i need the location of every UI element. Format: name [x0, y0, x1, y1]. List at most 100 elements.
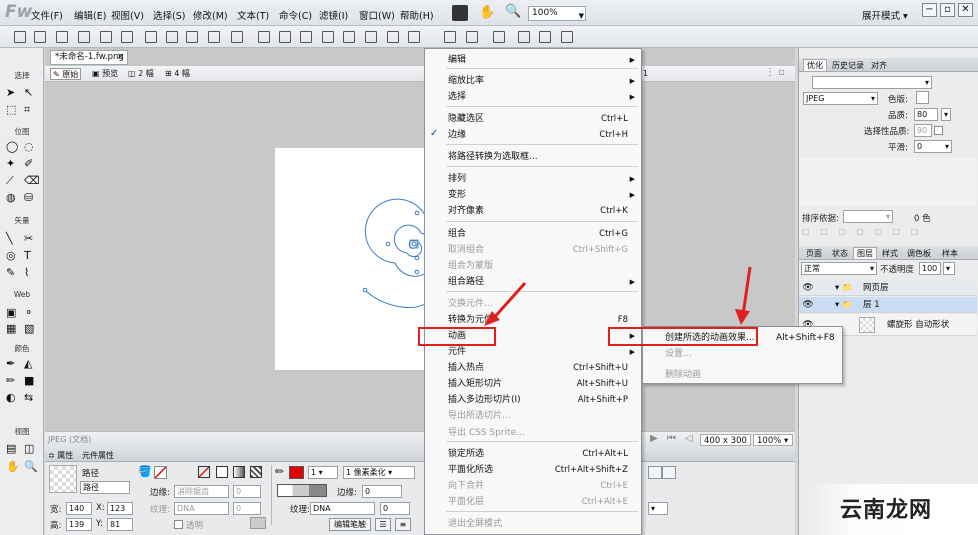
toolbar-icon-0[interactable] [14, 31, 26, 43]
stroke-option-button-2[interactable]: ≡ [395, 518, 411, 531]
toolbar-icon-5[interactable] [121, 31, 133, 43]
toolbar-icon-15[interactable] [343, 31, 355, 43]
menu-9[interactable]: 帮助(H) [400, 8, 434, 22]
toolbar-icon-12[interactable] [279, 31, 291, 43]
menu-5[interactable]: 文本(T) [237, 8, 269, 22]
toolbar-icon-22[interactable] [518, 31, 530, 43]
props-extra-field[interactable]: ▾ [648, 502, 668, 515]
texture-select[interactable]: DNA [174, 502, 229, 515]
view-options-icon[interactable]: ⋮ ▫ [765, 67, 785, 78]
toolbar-icon-10[interactable] [231, 31, 243, 43]
context-menu-item-12[interactable]: 组合路径 ▶ [448, 274, 638, 290]
context-menu-item-2[interactable]: 选择 ▶ [448, 89, 638, 105]
close-button[interactable]: ✕ [958, 3, 973, 17]
tab-symbol-properties[interactable]: 元件属性 [82, 450, 114, 461]
context-menu-item-26[interactable]: 退出全屏模式 [448, 516, 638, 532]
toolbar-icon-8[interactable] [186, 31, 198, 43]
context-menu-item-7[interactable]: 变形 ▶ [448, 187, 638, 203]
texture-amount-field[interactable]: 0 [233, 502, 261, 515]
tool-13[interactable]: ✂ [24, 232, 37, 245]
context-menu-item-21[interactable]: 导出 CSS Sprite... [448, 425, 638, 441]
props-extra-button-2[interactable] [662, 466, 676, 479]
tool-15[interactable]: T [24, 249, 37, 262]
layer-row-layer1[interactable]: 👁 ▾ 📁 层 1 [799, 297, 977, 313]
context-menu-item-1[interactable]: 缩放比率 ▶ [448, 73, 638, 89]
tool-16[interactable]: ✎ [6, 266, 19, 279]
context-menu-item-9[interactable]: 组合 Ctrl+G [448, 226, 638, 242]
edit-stroke-button[interactable]: 编辑笔触 [329, 518, 371, 531]
tool-24[interactable]: ✏ [6, 374, 19, 387]
stroke-edge-field[interactable]: 0 [362, 485, 402, 498]
context-menu-item-22[interactable]: 锁定所选 Ctrl+Alt+L [448, 446, 638, 462]
restore-button[interactable]: ▫ [940, 3, 955, 17]
tool-25[interactable]: ■ [24, 374, 37, 387]
context-menu-item-20[interactable]: 导出所选切片... [448, 408, 638, 424]
context-menu-item-13[interactable]: 交换元件... [448, 296, 638, 312]
stroke-color-swatch[interactable] [289, 466, 304, 479]
toolbar-icon-11[interactable] [258, 31, 270, 43]
stage-icon[interactable] [452, 5, 468, 21]
width-field[interactable]: 140 [66, 502, 92, 515]
toolbar-icon-23[interactable] [539, 31, 551, 43]
fill-gradient-icon[interactable] [233, 466, 245, 478]
opacity-field[interactable]: 100 [919, 262, 941, 275]
quality-slider-button[interactable]: ▾ [941, 108, 951, 121]
tool-31[interactable]: 🔍 [24, 460, 38, 473]
edge-amount-field[interactable]: 0 [233, 485, 261, 498]
hand-icon[interactable]: ✋ [479, 5, 495, 20]
layers-tab-2[interactable]: 图层 [853, 247, 877, 259]
tool-17[interactable]: ⌇ [24, 266, 37, 279]
tool-3[interactable]: ⌗ [24, 103, 37, 116]
context-menu-item-19[interactable]: 插入多边形切片(I) Alt+Shift+P [448, 392, 638, 408]
view-original-button[interactable]: ✎ 原始 [50, 68, 82, 80]
tab-align[interactable]: 对齐 [868, 60, 890, 71]
selective-quality-checkbox[interactable] [934, 126, 943, 135]
layers-tab-5[interactable]: 样本 [939, 248, 961, 259]
toolbar-icon-3[interactable] [78, 31, 90, 43]
minimize-button[interactable]: − [922, 3, 937, 17]
smoothing-select[interactable]: 0 ▾ [914, 140, 952, 153]
tool-18[interactable]: ▣ [6, 306, 19, 319]
context-menu-item-25[interactable]: 平面化层 Ctrl+Alt+E [448, 494, 638, 510]
layers-tab-3[interactable]: 样式 [879, 248, 901, 259]
toolbar-icon-1[interactable] [34, 31, 46, 43]
x-field[interactable]: 123 [107, 502, 133, 515]
context-menu-item-6[interactable]: 排列 ▶ [448, 171, 638, 187]
tool-11[interactable]: ⛁ [24, 191, 37, 204]
tool-19[interactable]: ⚬ [24, 306, 37, 319]
tool-22[interactable]: ✒ [6, 357, 19, 370]
tool-0[interactable]: ➤ [6, 86, 19, 99]
toolbar-icon-16[interactable] [365, 31, 377, 43]
tool-5[interactable]: ◌ [24, 140, 37, 153]
toolbar-icon-17[interactable] [387, 31, 399, 43]
submenu-settings[interactable]: 设置... [665, 346, 843, 362]
tool-7[interactable]: ✐ [24, 157, 37, 170]
tab-optimize[interactable]: 优化 [803, 59, 827, 71]
menu-7[interactable]: 滤镜(I) [319, 8, 348, 22]
opacity-slider-button[interactable]: ▾ [943, 262, 955, 275]
tab-properties[interactable]: ≎ 属性 [48, 450, 73, 461]
view-2up-button[interactable]: ◫ 2 幅 [126, 68, 156, 80]
tool-1[interactable]: ↖ [24, 86, 37, 99]
menu-1[interactable]: 编辑(E) [74, 8, 106, 22]
blend-mode-select[interactable]: 正常 ▾ [801, 262, 877, 275]
toolbar-icon-14[interactable] [322, 31, 334, 43]
tool-23[interactable]: ◭ [24, 357, 37, 370]
toolbar-icon-2[interactable] [56, 31, 68, 43]
view-4up-button[interactable]: ⊞ 4 幅 [163, 68, 192, 80]
eye-icon[interactable]: 👁 [802, 282, 814, 294]
context-menu-item-14[interactable]: 转换为元件 F8 [448, 312, 638, 328]
tool-4[interactable]: ◯ [6, 140, 19, 153]
toolbar-icon-18[interactable] [408, 31, 420, 43]
stroke-position-buttons[interactable] [277, 484, 327, 497]
zoom-icon[interactable]: 🔍 [505, 4, 521, 19]
eye-icon[interactable]: 👁 [802, 299, 814, 311]
toolbar-icon-20[interactable] [466, 31, 478, 43]
tab-history[interactable]: 历史记录 [829, 60, 867, 71]
fill-none-icon[interactable] [198, 466, 210, 478]
menu-6[interactable]: 命令(C) [279, 8, 312, 22]
tool-26[interactable]: ◐ [6, 391, 19, 404]
tool-20[interactable]: ▦ [6, 322, 19, 335]
status-zoom-select[interactable]: 100% ▾ [753, 434, 793, 446]
color-table-buttons[interactable]: ▢ ▢ ▢ ▢ ▢ ▢ ▢ [802, 227, 922, 236]
